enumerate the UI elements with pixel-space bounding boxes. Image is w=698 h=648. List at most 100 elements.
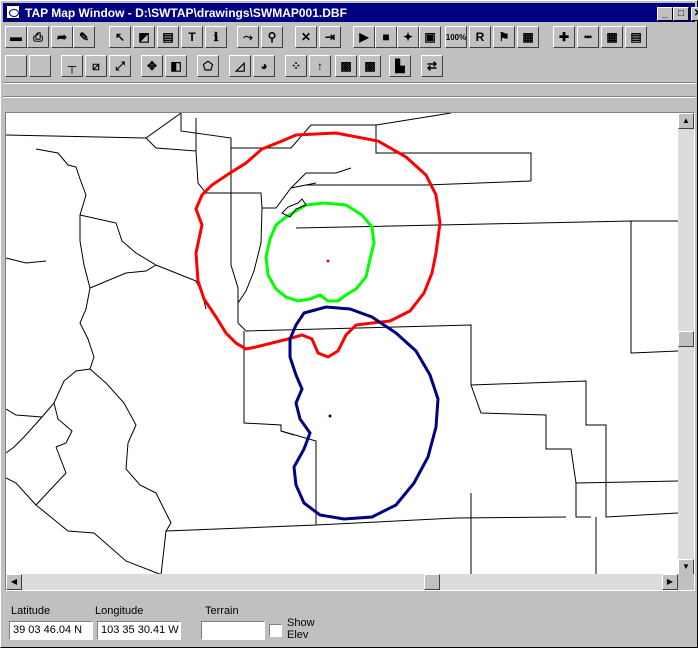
profile-button[interactable]: ◿ xyxy=(229,55,251,77)
text-button[interactable]: T xyxy=(181,26,203,48)
grid-button[interactable]: ▦ xyxy=(601,26,623,48)
zoom-100-button[interactable]: 100% xyxy=(445,26,467,48)
horizontal-scrollbar[interactable]: ◀ ▶ xyxy=(6,574,678,590)
print-icon: ⎙ xyxy=(33,29,43,44)
print-button[interactable]: ⎙ xyxy=(27,26,49,48)
terrain-label: Terrain xyxy=(205,605,239,617)
globe-button[interactable]: ◕ xyxy=(253,55,275,77)
save-icon: ▬ xyxy=(10,30,22,44)
scroll-corner xyxy=(678,574,694,590)
polygon-button[interactable]: ⬠ xyxy=(197,55,219,77)
play-icon: ▶ xyxy=(359,30,369,44)
vertical-scrollbar[interactable]: ▲ ▼ xyxy=(678,113,694,575)
maximize-button[interactable]: □ xyxy=(673,7,689,21)
show-elev-label: Show xyxy=(287,617,315,629)
blank-button[interactable] xyxy=(29,55,51,77)
route-button[interactable]: ⤳ xyxy=(237,26,259,48)
transmitter-site-2[interactable] xyxy=(328,414,332,418)
show-elev-checkbox[interactable] xyxy=(269,624,282,637)
line-button[interactable]: ┬ xyxy=(61,55,83,77)
delete-icon: ✕ xyxy=(300,30,312,44)
overlay-button[interactable]: ◧ xyxy=(165,55,187,77)
swap-icon: ⇄ xyxy=(426,59,438,73)
select-area-button[interactable]: ⧄ xyxy=(85,55,107,77)
globe-icon: ◕ xyxy=(260,59,268,73)
longitude-label: Longitude xyxy=(95,605,144,617)
move-icon: ✥ xyxy=(146,59,158,73)
layers-icon: ▤ xyxy=(162,30,174,44)
green-coverage-contour[interactable] xyxy=(264,201,376,303)
toolbar-divider xyxy=(3,82,695,84)
window-title: TAP Map Window - D:\SWTAP\drawings\SWMAP… xyxy=(25,6,347,20)
marker-button[interactable]: ✦ xyxy=(397,26,419,48)
move-button[interactable]: ✥ xyxy=(141,55,163,77)
scatter-button[interactable]: ⁘ xyxy=(285,55,307,77)
flag-button[interactable]: ⚑ xyxy=(493,26,515,48)
raster-color-button[interactable]: ▩ xyxy=(359,55,381,77)
resize-button[interactable]: ⤢ xyxy=(109,55,131,77)
layers-button[interactable]: ▤ xyxy=(157,26,179,48)
swap-button[interactable]: ⇄ xyxy=(421,55,443,77)
scroll-down-button[interactable]: ▼ xyxy=(678,559,694,575)
title-bar[interactable]: TAP Map Window - D:\SWTAP\drawings\SWMAP… xyxy=(3,3,698,22)
paint-button[interactable]: ◩ xyxy=(133,26,155,48)
record-icon: ▣ xyxy=(424,30,436,44)
stop-button[interactable]: ■ xyxy=(375,26,397,48)
overlay-icon: ◧ xyxy=(170,59,182,73)
minimize-button[interactable]: _ xyxy=(657,7,673,21)
map-canvas[interactable]: ▲ ▼ ◀ ▶ xyxy=(5,112,695,591)
main-toolbar: ▬ ⎙ ➦ ✎ ↖ ◩ ▤ Tℹ ⤳ ⚲ ✕ ⇥ ▶ ■ ✦ ▣ 100% R ⚑ ▦ ✚ ┅ ▦ ▤ xyxy=(5,26,695,50)
latitude-field[interactable]: 39 03 46.04 N xyxy=(9,621,93,640)
crosshair-button[interactable]: ✚ xyxy=(553,26,575,48)
vertical-scroll-thumb[interactable] xyxy=(678,331,694,347)
raster-icon: ▩ xyxy=(340,59,352,73)
probe-button[interactable]: ⚲ xyxy=(261,26,283,48)
terrain-field[interactable] xyxy=(201,621,265,640)
grid-icon: ▦ xyxy=(606,30,618,44)
notes-icon: ▤ xyxy=(630,30,642,44)
export-icon: ➦ xyxy=(56,30,68,44)
close-button[interactable]: ✕ xyxy=(691,7,698,21)
scatter-icon: ⁘ xyxy=(290,59,302,73)
label-r-button[interactable]: R xyxy=(469,26,491,48)
histogram-button[interactable]: ▙ xyxy=(389,55,411,77)
show-elev-label-2: Elev xyxy=(287,629,309,641)
ruler-button[interactable]: ┅ xyxy=(577,26,599,48)
pointer-icon: ↖ xyxy=(114,30,126,44)
info-button[interactable]: ℹ xyxy=(205,26,227,48)
transmitter-button[interactable]: ↑ xyxy=(309,55,331,77)
record-button[interactable]: ▣ xyxy=(419,26,441,48)
raster-button[interactable]: ▩ xyxy=(335,55,357,77)
map-drawing[interactable] xyxy=(6,113,678,575)
route-icon: ⤳ xyxy=(243,29,253,44)
edit-button[interactable]: ✎ xyxy=(73,26,95,48)
transmitter-icon: ↑ xyxy=(317,59,323,73)
edit-icon: ✎ xyxy=(78,30,90,44)
delete-button[interactable]: ✕ xyxy=(295,26,317,48)
scroll-up-button[interactable]: ▲ xyxy=(678,113,694,129)
horizontal-scroll-thumb[interactable] xyxy=(424,574,440,590)
toolbar-divider xyxy=(3,96,695,98)
longitude-field[interactable]: 103 35 30.41 W xyxy=(97,621,181,640)
exit-button[interactable]: ⇥ xyxy=(319,26,341,48)
transmitter-site-1[interactable] xyxy=(326,259,330,263)
map-icon: ▦ xyxy=(522,30,534,44)
red-coverage-contour[interactable] xyxy=(194,131,442,359)
exit-icon: ⇥ xyxy=(324,30,336,44)
play-button[interactable]: ▶ xyxy=(353,26,375,48)
pointer-button[interactable]: ↖ xyxy=(109,26,131,48)
ruler-icon: ┅ xyxy=(584,30,592,44)
map-button[interactable]: ▦ xyxy=(517,26,539,48)
notes-button[interactable]: ▤ xyxy=(625,26,647,48)
scroll-left-button[interactable]: ◀ xyxy=(6,574,22,590)
info-icon: ℹ xyxy=(213,30,219,44)
app-icon[interactable] xyxy=(6,5,20,19)
export-button[interactable]: ➦ xyxy=(51,26,73,48)
save-button[interactable]: ▬ xyxy=(5,26,27,48)
zoom-100-icon: 100% xyxy=(445,32,467,42)
text-icon: T xyxy=(188,30,196,44)
resize-icon: ⤢ xyxy=(115,58,125,73)
scroll-right-button[interactable]: ▶ xyxy=(662,574,678,590)
blank-button[interactable] xyxy=(5,55,27,77)
label-r-icon: R xyxy=(475,30,485,44)
